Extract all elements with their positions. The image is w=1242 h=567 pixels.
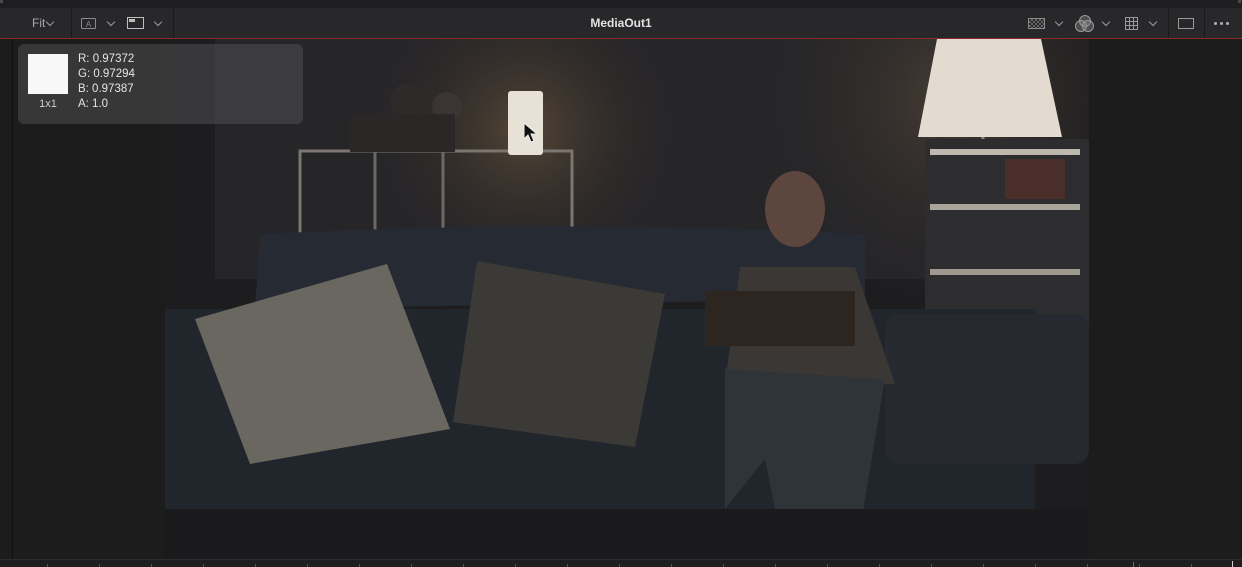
checker-icon: [1028, 17, 1045, 29]
color-dropdown[interactable]: [1101, 15, 1111, 31]
alpha-value: A: 1.0: [78, 98, 109, 110]
zoom-label: Fit: [32, 16, 46, 30]
color-button[interactable]: [1075, 15, 1094, 32]
view-mode-dropdown[interactable]: [153, 15, 163, 31]
chevron-down-icon: [1054, 17, 1064, 26]
chevron-down-icon: [153, 17, 163, 26]
view-mode-icon: [127, 17, 144, 29]
color-icon: [1075, 15, 1094, 32]
top-strip: [0, 0, 1242, 8]
pixel-values: R: 0.97372 G: 0.97294 B: 0.97387 A: 1.0: [78, 52, 135, 112]
playhead-marker[interactable]: [1133, 562, 1134, 567]
blue-value: B: 0.97387: [78, 83, 134, 95]
timeline-ruler[interactable]: [0, 559, 1242, 567]
red-value: R: 0.97372: [78, 53, 135, 65]
viewer-edge: [12, 39, 13, 559]
toolbar-divider: [71, 8, 72, 38]
grid-button[interactable]: [1125, 15, 1138, 31]
zoom-dropdown[interactable]: Fit: [32, 15, 55, 31]
viewer-toolbar: Fit A MediaOut1: [0, 8, 1242, 39]
pixel-info-overlay: 1x1 R: 0.97372 G: 0.97294 B: 0.97387 A: …: [18, 44, 303, 124]
toolbar-divider: [1204, 8, 1205, 38]
mouse-cursor-icon: [523, 122, 539, 143]
more-options-button[interactable]: [1214, 15, 1229, 31]
chevron-down-icon: [46, 17, 55, 26]
toolbar-divider: [173, 8, 174, 38]
strip-marker: [1238, 0, 1241, 3]
channel-button[interactable]: A: [81, 15, 96, 31]
grid-dropdown[interactable]: [1148, 15, 1158, 31]
checker-dropdown[interactable]: [1054, 15, 1064, 31]
viewer-image[interactable]: [165, 39, 1089, 559]
channel-a-icon: A: [81, 17, 96, 29]
end-marker: [1232, 561, 1233, 567]
safe-area-button[interactable]: [1178, 15, 1194, 31]
viewer-app: Fit A MediaOut1 1x1 R: 0.97372 G: 0.9729…: [0, 0, 1242, 567]
chevron-down-icon: [1101, 17, 1111, 26]
checker-button[interactable]: [1028, 15, 1045, 31]
strip-marker: [0, 0, 3, 3]
toolbar-divider: [1168, 8, 1169, 38]
view-mode-button[interactable]: [127, 15, 144, 31]
grid-icon: [1125, 16, 1138, 30]
chevron-down-icon: [1148, 17, 1158, 26]
rect-icon: [1178, 17, 1194, 29]
scene-image: [165, 39, 1089, 559]
green-value: G: 0.97294: [78, 68, 135, 80]
sample-size: 1x1: [39, 98, 57, 110]
color-swatch: [28, 54, 68, 94]
more-icon: [1214, 21, 1229, 25]
channel-dropdown[interactable]: [106, 15, 116, 31]
chevron-down-icon: [106, 17, 116, 26]
